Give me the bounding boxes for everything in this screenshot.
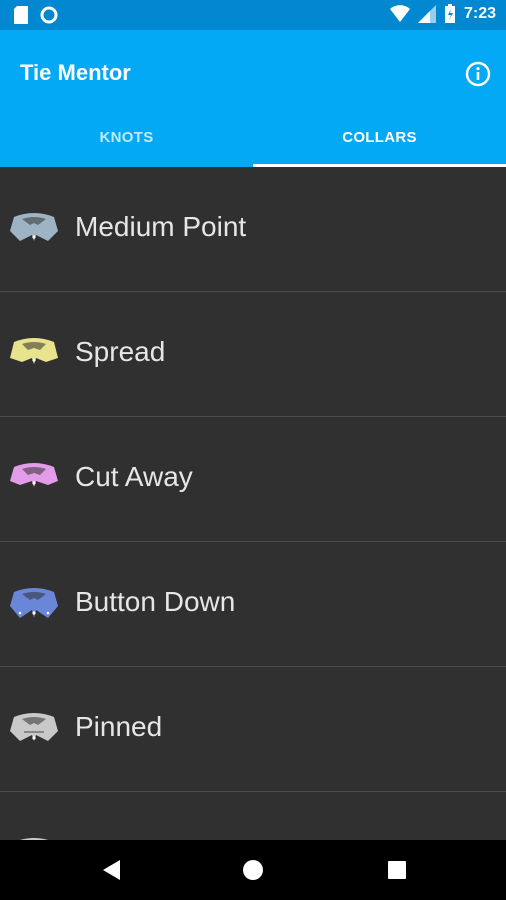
app-bar: Tie Mentor KNOTS COLLARS [0, 30, 506, 167]
info-icon[interactable] [464, 60, 492, 88]
item-label: Cut Away [75, 461, 193, 492]
collar-icon [10, 213, 58, 241]
item-label: Spread [75, 336, 166, 367]
item-label: Medium Point [75, 211, 247, 242]
app-title: Tie Mentor [20, 60, 131, 85]
tab-knots-label: KNOTS [99, 129, 154, 146]
list-item-pinned[interactable]: Pinned [0, 667, 506, 792]
back-icon[interactable] [100, 858, 124, 882]
circle-icon [40, 6, 58, 24]
list-item-partial[interactable] [0, 792, 506, 840]
collar-icon [10, 713, 58, 741]
signal-icon [417, 5, 436, 23]
home-icon[interactable] [241, 858, 265, 882]
list-item-medium-point[interactable]: Medium Point [0, 167, 506, 292]
item-label: Button Down [75, 586, 236, 617]
tab-knots[interactable]: KNOTS [0, 110, 253, 167]
wifi-icon [389, 5, 410, 22]
list-item-button-down[interactable]: Button Down [0, 542, 506, 667]
battery-icon [444, 4, 455, 23]
recents-icon[interactable] [385, 858, 409, 882]
collar-icon [10, 463, 58, 487]
collar-icon [10, 588, 58, 618]
tab-collars-label: COLLARS [342, 129, 417, 146]
list-item-cut-away[interactable]: Cut Away [0, 417, 506, 542]
navigation-bar [0, 840, 506, 900]
tab-bar: KNOTS COLLARS [0, 110, 506, 167]
sd-card-icon [14, 6, 28, 24]
status-bar: 7:23 [0, 0, 506, 30]
collar-list: Medium Point Spread Cut Away Button Down [0, 167, 506, 840]
list-item-spread[interactable]: Spread [0, 292, 506, 417]
collar-icon [10, 338, 58, 364]
tab-collars[interactable]: COLLARS [253, 110, 506, 167]
status-time: 7:23 [463, 5, 496, 22]
item-label: Pinned [75, 711, 163, 742]
